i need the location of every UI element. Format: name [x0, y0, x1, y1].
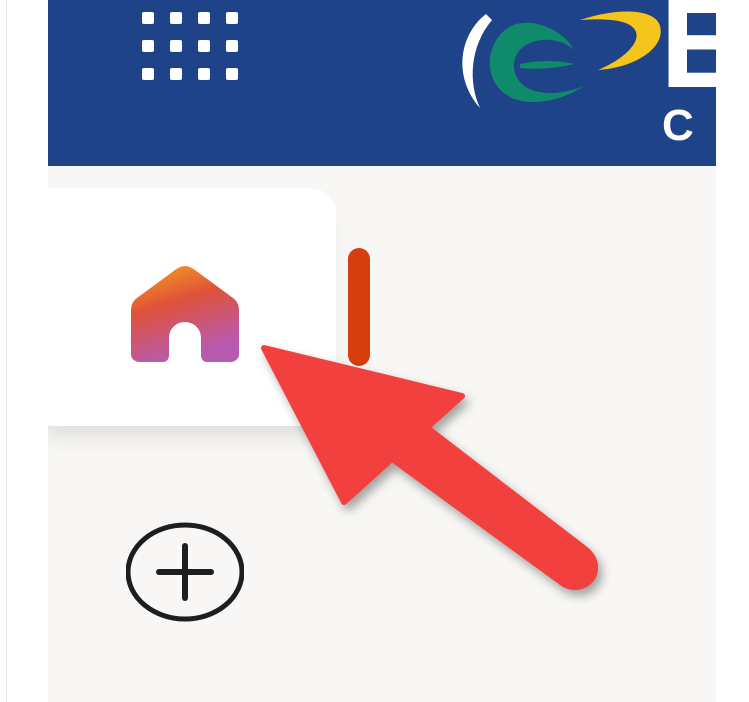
- brand-subtitle-text: C: [662, 101, 696, 150]
- window-edge: [6, 0, 7, 702]
- brand-name-text: E: [660, 0, 716, 115]
- app-window: E C: [48, 0, 716, 702]
- screenshot-frame: E C: [0, 0, 749, 702]
- app-launcher-icon[interactable]: [142, 12, 242, 84]
- active-tab-indicator: [348, 248, 370, 366]
- organization-logo-icon: [462, 11, 661, 108]
- home-icon[interactable]: [129, 264, 241, 364]
- add-circle-icon[interactable]: [126, 522, 244, 622]
- app-header: E C: [48, 0, 716, 166]
